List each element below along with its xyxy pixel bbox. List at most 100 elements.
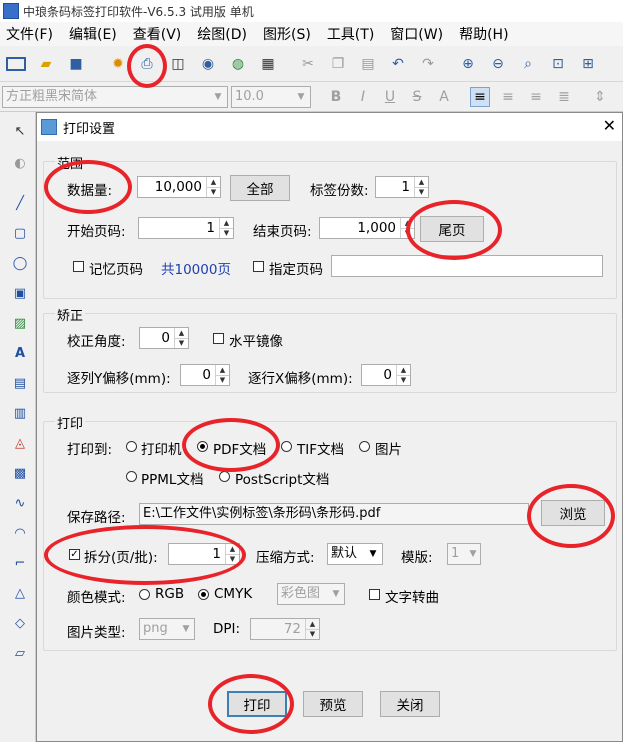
spin-up-icon[interactable]: ▲ (207, 177, 220, 188)
menu-window[interactable]: 窗口(W) (384, 24, 449, 44)
spin-down-icon[interactable]: ▼ (220, 229, 233, 239)
print-preview-icon[interactable]: ◫ (168, 54, 188, 74)
preview-button[interactable]: 预览 (303, 691, 363, 717)
grid-icon[interactable]: ▦ (258, 54, 278, 74)
qty-stepper[interactable]: 10,000 ▲ ▼ (137, 176, 221, 198)
postscript-radio[interactable] (219, 471, 230, 482)
end-page-stepper[interactable]: 1,000 ▲ ▼ (319, 217, 415, 239)
split-stepper[interactable]: 1 ▲ ▼ (168, 543, 240, 565)
triangle-tool-icon[interactable]: ◬ (9, 432, 31, 454)
close-icon[interactable]: ✕ (603, 116, 616, 135)
menu-draw[interactable]: 绘图(D) (191, 24, 253, 44)
row-offset-stepper[interactable]: 0 ▲ ▼ (361, 364, 411, 386)
bold-button[interactable]: B (326, 87, 346, 107)
align-right-icon[interactable]: ≡ (526, 87, 546, 107)
tif-radio[interactable] (281, 441, 292, 452)
menu-file[interactable]: 文件(F) (0, 24, 59, 44)
save-icon[interactable]: ■ (66, 54, 86, 74)
all-button[interactable]: 全部 (230, 175, 290, 201)
angle-stepper[interactable]: 0 ▲ ▼ (139, 327, 189, 349)
rounded-rect-tool-icon[interactable]: ▢ (9, 222, 31, 244)
spin-down-icon[interactable]: ▼ (306, 630, 319, 640)
align-center-icon[interactable]: ≡ (498, 87, 518, 107)
printer-radio[interactable] (126, 441, 137, 452)
undo-icon[interactable]: ↶ (388, 54, 408, 74)
zoom-out-icon[interactable]: ⊖ (488, 54, 508, 74)
specify-page-input[interactable] (331, 255, 603, 277)
ellipse-tool-icon[interactable]: ◯ (9, 252, 31, 274)
image-type-select[interactable]: png ▼ (139, 618, 195, 640)
barcode-tool-icon[interactable]: ▥ (9, 402, 31, 424)
rich-text-tool-icon[interactable]: ▤ (9, 372, 31, 394)
image-radio[interactable] (359, 441, 370, 452)
last-page-button[interactable]: 尾页 (420, 216, 484, 242)
picture-tool-icon[interactable]: ▨ (9, 312, 31, 334)
database-icon[interactable]: ◉ (198, 54, 218, 74)
redo-icon[interactable]: ↷ (418, 54, 438, 74)
text-curve-checkbox[interactable] (369, 589, 380, 600)
dpi-stepper[interactable]: 72 ▲ ▼ (250, 618, 320, 640)
copies-stepper[interactable]: 1 ▲ ▼ (375, 176, 429, 198)
rgb-radio[interactable] (139, 589, 150, 600)
underline-button[interactable]: U (380, 87, 400, 107)
paste-icon[interactable]: ▤ (358, 54, 378, 74)
text-style-icon[interactable]: A (434, 87, 454, 107)
italic-button[interactable]: I (353, 87, 373, 107)
fit-page-icon[interactable]: ⊡ (548, 54, 568, 74)
spin-down-icon[interactable]: ▼ (207, 188, 220, 198)
print-icon[interactable]: ⎙ (137, 54, 157, 74)
zoom-in-icon[interactable]: ⊕ (458, 54, 478, 74)
font-family-combo[interactable]: 方正粗黑宋简体 ▼ (2, 86, 228, 108)
remember-page-checkbox[interactable] (73, 261, 84, 272)
spin-up-icon[interactable]: ▲ (175, 328, 188, 339)
image-tool-icon[interactable]: ▣ (9, 282, 31, 304)
spin-down-icon[interactable]: ▼ (175, 339, 188, 349)
close-button[interactable]: 关闭 (380, 691, 440, 717)
qrcode-tool-icon[interactable]: ▩ (9, 462, 31, 484)
database-settings-icon[interactable]: ◍ (228, 54, 248, 74)
specify-page-checkbox[interactable] (253, 261, 264, 272)
line-tool-icon[interactable]: ╱ (9, 192, 31, 214)
spin-down-icon[interactable]: ▼ (397, 376, 410, 386)
menu-help[interactable]: 帮助(H) (453, 24, 514, 44)
copy-icon[interactable]: ❐ (328, 54, 348, 74)
spin-down-icon[interactable]: ▼ (401, 229, 414, 239)
line-spacing-icon[interactable]: ⇕ (590, 87, 610, 107)
spin-down-icon[interactable]: ▼ (226, 555, 239, 565)
spin-up-icon[interactable]: ▲ (220, 218, 233, 229)
spin-down-icon[interactable]: ▼ (216, 376, 229, 386)
new-document-icon[interactable] (6, 57, 26, 71)
arc-tool-icon[interactable]: ◠ (9, 522, 31, 544)
template-select[interactable]: 1 ▼ (447, 543, 481, 565)
pointer-tool-icon[interactable]: ↖ (9, 120, 31, 142)
align-left-icon[interactable]: ≡ (470, 87, 490, 107)
color-type-select[interactable]: 彩色图 ▼ (277, 583, 345, 605)
fit-width-icon[interactable]: ⊞ (578, 54, 598, 74)
parallelogram-tool-icon[interactable]: ▱ (9, 642, 31, 664)
align-justify-icon[interactable]: ≣ (554, 87, 574, 107)
menu-edit[interactable]: 编辑(E) (63, 24, 123, 44)
diamond-tool-icon[interactable]: ◇ (9, 612, 31, 634)
cmyk-radio[interactable] (198, 589, 209, 600)
cut-icon[interactable]: ✂ (298, 54, 318, 74)
menu-shape[interactable]: 图形(S) (257, 24, 317, 44)
mirror-checkbox[interactable] (213, 333, 224, 344)
ppml-radio[interactable] (126, 471, 137, 482)
spin-up-icon[interactable]: ▲ (415, 177, 428, 188)
open-folder-icon[interactable]: ▰ (36, 54, 56, 74)
spin-up-icon[interactable]: ▲ (306, 619, 319, 630)
save-path-input[interactable]: E:\工作文件\实例标签\条形码\条形码.pdf (139, 503, 529, 525)
font-size-combo[interactable]: 10.0 ▼ (231, 86, 311, 108)
print-button[interactable]: 打印 (227, 691, 287, 717)
start-page-stepper[interactable]: 1 ▲ ▼ (138, 217, 234, 239)
col-offset-stepper[interactable]: 0 ▲ ▼ (180, 364, 230, 386)
menu-tools[interactable]: 工具(T) (321, 24, 380, 44)
text-tool-icon[interactable]: A (9, 342, 31, 364)
curve-tool-icon[interactable]: ∿ (9, 492, 31, 514)
triangle-shape-icon[interactable]: △ (9, 582, 31, 604)
compress-select[interactable]: 默认 ▼ (327, 543, 383, 565)
settings-icon[interactable]: ✹ (108, 54, 128, 74)
browse-button[interactable]: 浏览 (541, 500, 605, 526)
pdf-radio[interactable] (197, 441, 208, 452)
spin-down-icon[interactable]: ▼ (415, 188, 428, 198)
